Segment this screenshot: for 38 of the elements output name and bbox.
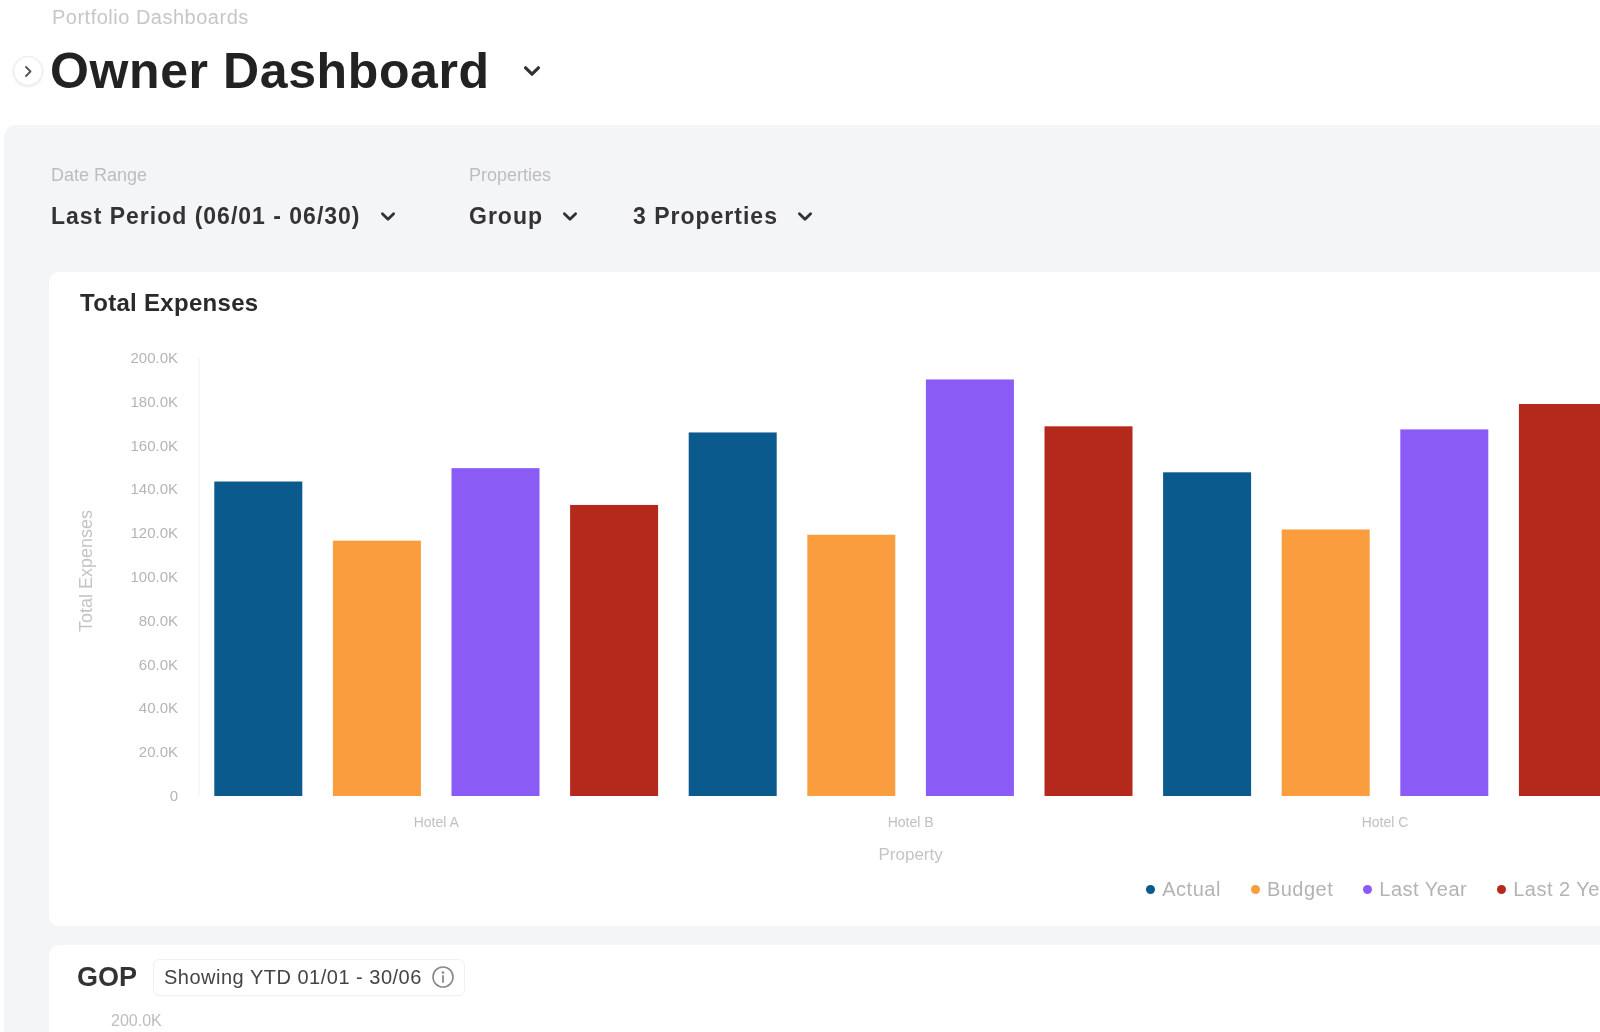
y-axis-label: Total Expenses bbox=[75, 509, 96, 633]
x-axis-tick: Hotel B bbox=[887, 814, 934, 830]
legend-label: Last Year bbox=[1379, 878, 1468, 900]
sidebar-toggle-button[interactable] bbox=[13, 56, 43, 86]
caret-icon bbox=[563, 211, 577, 221]
dashboard-title-dropdown[interactable]: Owner Dashboard bbox=[50, 42, 540, 100]
legend-label: Actual bbox=[1162, 878, 1221, 900]
y-axis-tick: 160.0K bbox=[130, 436, 178, 454]
y-axis-tick: 80.0K bbox=[138, 611, 178, 629]
breadcrumb: Portfolio Dashboards bbox=[52, 6, 249, 28]
y-axis-tick: 180.0K bbox=[130, 392, 178, 410]
filter-label: Properties bbox=[469, 167, 553, 183]
period-text: Showing YTD 01/01 - 30/06 bbox=[164, 965, 422, 989]
card-title: GOP bbox=[77, 961, 137, 993]
x-axis-tick: Hotel A bbox=[413, 814, 459, 830]
legend-label: Last 2 Ye bbox=[1513, 878, 1600, 900]
card-title: Total Expenses bbox=[80, 292, 259, 314]
filter-dropdown[interactable]: 3 Properties bbox=[633, 202, 812, 230]
filter-dropdown[interactable]: Group bbox=[469, 202, 577, 230]
y-axis-tick: 20.0K bbox=[138, 743, 178, 761]
filter-dropdown[interactable]: Last Period (06/01 - 06/30) bbox=[51, 202, 395, 230]
y-axis-tick: 120.0K bbox=[130, 524, 178, 542]
y-axis-tick: 200.0K bbox=[130, 349, 178, 366]
y-axis-tick: 60.0K bbox=[138, 655, 178, 673]
info-icon bbox=[431, 966, 454, 988]
x-axis-label: Property bbox=[878, 845, 943, 864]
caret-icon bbox=[797, 211, 812, 221]
chevron-right-icon bbox=[24, 65, 32, 77]
x-axis-tick: Hotel C bbox=[1361, 814, 1409, 830]
caret-icon bbox=[380, 211, 395, 221]
y-axis-tick: 200.0K bbox=[111, 1012, 162, 1030]
y-axis-tick: 0 bbox=[169, 787, 178, 804]
caret-icon bbox=[523, 66, 540, 76]
legend-label: Budget bbox=[1266, 878, 1334, 900]
y-axis-tick: 100.0K bbox=[130, 568, 178, 585]
y-axis-tick: 140.0K bbox=[130, 480, 178, 498]
filter-label: Date Range bbox=[51, 167, 149, 183]
y-axis-tick: 40.0K bbox=[138, 699, 178, 717]
